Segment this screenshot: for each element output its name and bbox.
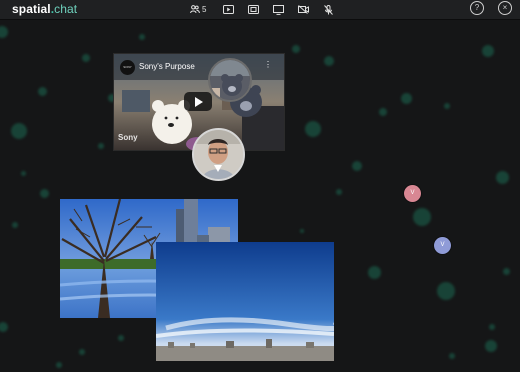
ambient-bubble xyxy=(485,340,497,352)
participant-count: 5 xyxy=(202,5,207,14)
video-title[interactable]: Sony's Purpose xyxy=(139,62,195,71)
share-screen-button[interactable] xyxy=(241,0,266,19)
presentation-button[interactable] xyxy=(266,0,291,19)
ambient-bubble xyxy=(11,123,27,139)
ambient-bubble xyxy=(0,322,8,332)
channel-avatar[interactable]: SONY xyxy=(120,60,135,75)
ambient-bubble xyxy=(56,362,62,368)
close-button[interactable]: × xyxy=(498,1,512,15)
microphone-toggle-button[interactable] xyxy=(316,0,341,19)
ambient-bubble xyxy=(413,208,431,226)
video-brand-watermark: Sony xyxy=(118,133,138,142)
ambient-bubble xyxy=(82,54,90,62)
participants-button[interactable]: 5 xyxy=(190,0,216,19)
ambient-bubble xyxy=(437,282,455,300)
ambient-bubble xyxy=(482,45,494,57)
logo-main: spatial xyxy=(12,2,51,16)
guest-avatar-v-blue[interactable]: V xyxy=(434,237,451,254)
ambient-bubble xyxy=(98,143,104,149)
ambient-bubble xyxy=(292,45,300,53)
screen-share-icon xyxy=(248,5,259,14)
ambient-bubble xyxy=(0,26,8,38)
ambient-bubble xyxy=(324,56,334,66)
ambient-bubble xyxy=(38,87,47,96)
ambient-bubble xyxy=(300,229,304,233)
guest-avatar-v-pink[interactable]: V xyxy=(404,185,421,202)
ambient-bubble xyxy=(336,189,342,195)
ambient-bubble xyxy=(379,108,387,116)
ambient-bubble xyxy=(496,171,509,184)
logo-sub: chat xyxy=(54,2,78,16)
ambient-bubble xyxy=(79,349,85,355)
ambient-bubble xyxy=(401,93,412,104)
ambient-bubble xyxy=(12,222,18,228)
ambient-bubble xyxy=(444,103,450,109)
ambient-bubble xyxy=(368,266,381,279)
ambient-bubble xyxy=(489,324,495,330)
video-menu-icon[interactable]: ⋮ xyxy=(264,60,272,69)
ambient-bubble xyxy=(118,335,124,341)
main-toolbar: 5 xyxy=(190,0,341,19)
help-button[interactable]: ? xyxy=(470,1,484,15)
mic-off-icon xyxy=(324,4,333,15)
add-media-button[interactable] xyxy=(216,0,241,19)
ambient-bubble xyxy=(503,268,510,275)
video-play-button[interactable] xyxy=(184,92,212,111)
camera-toggle-button[interactable] xyxy=(291,0,316,19)
ambient-bubble xyxy=(139,34,145,40)
ambient-bubble xyxy=(21,171,26,176)
camera-off-icon xyxy=(298,5,309,14)
ambient-bubble xyxy=(40,189,49,198)
ambient-bubble xyxy=(449,353,455,359)
video-play-icon xyxy=(223,5,234,14)
monitor-icon xyxy=(273,4,284,15)
users-icon xyxy=(190,5,200,14)
spatial-canvas[interactable]: SONY Sony's Purpose ⋮ Sony V V xyxy=(0,20,520,372)
sky-city-photo-image xyxy=(156,242,334,361)
participant-avatar-self[interactable] xyxy=(192,128,245,181)
top-bar: spatial.chat 5 ? × xyxy=(0,0,520,20)
spatial-chat-app: spatial.chat 5 ? × SONY Sony's Purpose ⋮… xyxy=(0,0,520,372)
participant-camera-feed xyxy=(210,60,250,100)
app-logo[interactable]: spatial.chat xyxy=(12,2,77,16)
ambient-bubble xyxy=(352,161,362,171)
sky-city-photo[interactable] xyxy=(156,242,334,361)
ambient-bubble xyxy=(305,121,321,137)
participant-video-feed xyxy=(194,130,243,179)
header-actions: ? × xyxy=(470,1,512,15)
participant-avatar-camera[interactable] xyxy=(208,58,252,102)
